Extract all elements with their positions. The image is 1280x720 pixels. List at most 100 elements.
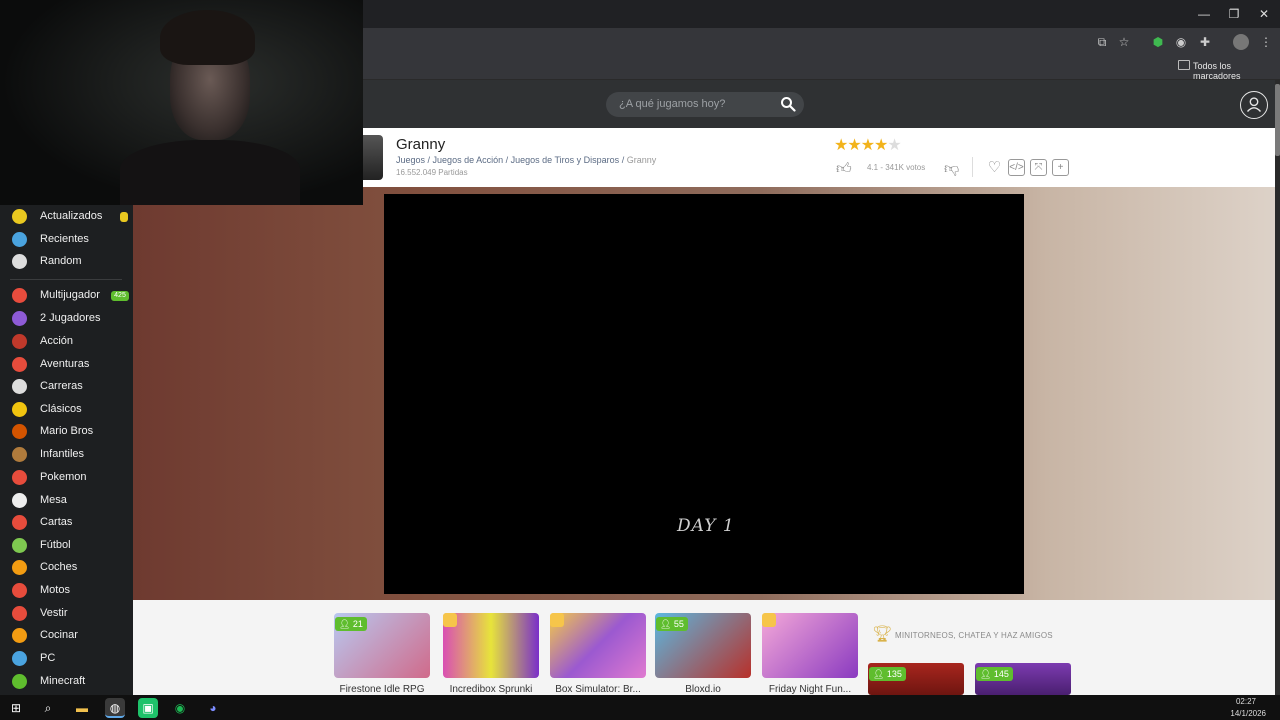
maximize-button[interactable]: ❐: [1218, 4, 1250, 24]
star-icon[interactable]: ★: [861, 137, 875, 154]
star-icon[interactable]: ★: [874, 137, 888, 154]
cards-icon: [12, 515, 27, 530]
players-badge: 👤︎ 135: [869, 667, 906, 681]
sidebar-item-label: Aventuras: [40, 358, 90, 370]
all-bookmarks-link[interactable]: Todos los marcadores: [1193, 61, 1280, 81]
sidebar-item-fútbol[interactable]: Fútbol: [0, 535, 133, 557]
user-account-icon[interactable]: [1240, 91, 1268, 119]
chrome-icon[interactable]: ◍: [105, 698, 125, 718]
game-card[interactable]: Box Simulator: Br...: [550, 613, 646, 695]
sidebar-item-acción[interactable]: Acción: [0, 331, 133, 353]
install-app-icon[interactable]: ⧉: [1094, 34, 1110, 50]
obs-like-app-icon[interactable]: ▣: [138, 698, 158, 718]
star-icon[interactable]: ★: [847, 137, 861, 154]
minecraft-icon: [12, 674, 27, 689]
dress-icon: [12, 606, 27, 621]
sidebar-item-cocinar[interactable]: Cocinar: [0, 625, 133, 647]
new-ribbon-icon: [550, 613, 564, 627]
favorite-heart-icon[interactable]: ♡: [986, 159, 1003, 176]
swords-icon: [12, 334, 27, 349]
sidebar-item-cartas[interactable]: Cartas: [0, 512, 133, 534]
breadcrumb-link[interactable]: Juegos: [396, 155, 425, 165]
sidebar-item-mario-bros[interactable]: Mario Bros: [0, 421, 133, 443]
players-badge: 👤︎ 145: [976, 667, 1013, 681]
extension-globe-icon[interactable]: ◉: [1173, 34, 1189, 50]
game-card[interactable]: Friday Night Fun...: [762, 613, 858, 695]
sidebar-item-label: Multijugador: [40, 289, 100, 301]
search-taskbar-icon[interactable]: ⌕: [38, 698, 58, 718]
scrollbar-thumb[interactable]: [1275, 84, 1280, 156]
players-badge: 👤︎ 21: [335, 617, 367, 631]
sidebar-item-mesa[interactable]: Mesa: [0, 490, 133, 512]
new-ribbon-icon: [443, 613, 457, 627]
sidebar-item-minecraft[interactable]: Minecraft: [0, 671, 133, 693]
play-count: 16.552.049 Partidas: [396, 168, 468, 177]
embed-code-icon[interactable]: </>: [1008, 159, 1025, 176]
folder-icon: [1178, 60, 1190, 70]
search-icon[interactable]: [780, 96, 796, 112]
extension-shield-icon[interactable]: ⬢: [1150, 34, 1166, 50]
breadcrumb-link[interactable]: Juegos de Acción: [433, 155, 504, 165]
sidebar-item-label: Carreras: [40, 380, 83, 392]
add-to-list-icon[interactable]: +: [1052, 159, 1069, 176]
kids-icon: [12, 447, 27, 462]
game-card-title: Friday Night Fun...: [768, 684, 852, 695]
sidebar-item-label: 2 Jugadores: [40, 312, 101, 324]
minitournaments-title[interactable]: MINITORNEOS, CHATEA Y HAZ AMIGOS: [895, 631, 1053, 640]
webcam-person-hair: [160, 10, 255, 65]
car-icon: [12, 560, 27, 575]
sidebar-item-label: Infantiles: [40, 448, 85, 460]
star-icon[interactable]: ★: [887, 137, 901, 154]
profile-avatar[interactable]: [1233, 34, 1249, 50]
breadcrumb-link[interactable]: Juegos de Tiros y Disparos: [511, 155, 620, 165]
file-explorer-icon[interactable]: ▬: [72, 698, 92, 718]
game-card[interactable]: Incredibox Sprunki: [443, 613, 539, 695]
sidebar-item-label: Acción: [40, 335, 74, 347]
game-card[interactable]: 👤︎ 55 Bloxd.io: [655, 613, 751, 695]
sidebar-item-recientes[interactable]: Recientes: [0, 229, 133, 251]
new-ribbon-icon: [762, 613, 776, 627]
sidebar-item-coches[interactable]: Coches: [0, 557, 133, 579]
discord-icon[interactable]: ◕: [203, 698, 223, 718]
check-icon: [12, 209, 27, 224]
thumbs-up-icon[interactable]: 👍︎: [836, 160, 852, 178]
sidebar-item-carreras[interactable]: Carreras: [0, 376, 133, 398]
sidebar-item-random[interactable]: Random: [0, 251, 133, 273]
sidebar-item-pc[interactable]: PC: [0, 648, 133, 670]
minimize-button[interactable]: —: [1188, 4, 1220, 24]
sidebar-item-2-jugadores[interactable]: 2 Jugadores: [0, 308, 133, 330]
sidebar-item-label: PC: [40, 652, 56, 664]
sidebar-item-motos[interactable]: Motos: [0, 580, 133, 602]
fullscreen-icon[interactable]: ⤧: [1030, 159, 1047, 176]
star-icon[interactable]: ★: [834, 137, 848, 154]
multiplayer-game-card[interactable]: 👤︎ 145: [975, 663, 1071, 695]
rating-stars[interactable]: ★★★★★: [834, 135, 902, 155]
extensions-puzzle-icon[interactable]: ✚: [1197, 34, 1213, 50]
thumbs-down-icon[interactable]: 👎︎: [944, 160, 959, 178]
bookmark-star-icon[interactable]: ☆: [1116, 34, 1132, 50]
browser-menu-icon[interactable]: ⋮: [1258, 34, 1274, 50]
sidebar-item-clásicos[interactable]: Clásicos: [0, 399, 133, 421]
sidebar-item-actualizados[interactable]: Actualizados: [0, 206, 133, 228]
clock-date[interactable]: 14/1/2026: [1230, 709, 1266, 718]
count-badge: 425: [111, 291, 129, 301]
sidebar-item-label: Recientes: [40, 233, 89, 245]
sidebar-item-label: Cocinar: [40, 629, 78, 641]
game-card[interactable]: 👤︎ 21 Firestone Idle RPG: [334, 613, 430, 695]
close-button[interactable]: ✕: [1248, 4, 1280, 24]
mario-icon: [12, 424, 27, 439]
multiplayer-game-card[interactable]: 👤︎ 135: [868, 663, 964, 695]
sidebar-item-label: Actualizados: [40, 210, 103, 222]
breadcrumb-separator: /: [425, 155, 433, 165]
scrollbar-track[interactable]: [1275, 80, 1280, 700]
windows-start-icon[interactable]: ⊞: [6, 698, 26, 718]
spotify-icon[interactable]: ◉: [170, 698, 190, 718]
spade-icon: [12, 493, 27, 508]
clock-time[interactable]: 02:27: [1236, 697, 1256, 706]
sidebar-item-vestir[interactable]: Vestir: [0, 603, 133, 625]
sidebar-item-multijugador[interactable]: Multijugador 425: [0, 285, 133, 307]
sidebar-item-aventuras[interactable]: Aventuras: [0, 354, 133, 376]
game-card-thumbnail: [762, 613, 858, 678]
sidebar-item-pokemon[interactable]: Pokemon: [0, 467, 133, 489]
sidebar-item-infantiles[interactable]: Infantiles: [0, 444, 133, 466]
